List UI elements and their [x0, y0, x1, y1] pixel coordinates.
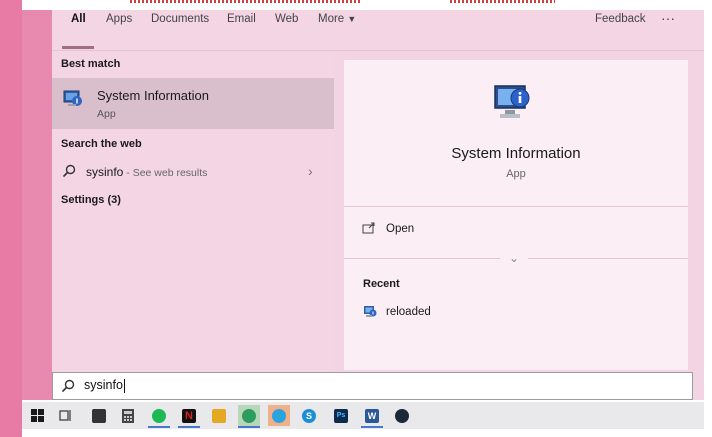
preview-title: System Information [451, 145, 581, 162]
best-match-heading: Best match [61, 58, 121, 70]
search-web-heading: Search the web [61, 138, 142, 150]
background-strip [0, 0, 22, 437]
calculator-icon[interactable] [117, 405, 139, 426]
search-input-value: sysinfo [84, 378, 123, 392]
divider [344, 206, 688, 207]
skype-icon[interactable]: S [298, 405, 320, 426]
file-explorer-icon[interactable] [208, 405, 230, 426]
tab-more[interactable]: More ▼ [318, 13, 356, 25]
telegram-icon[interactable] [268, 405, 290, 426]
web-query-text: sysinfo [86, 165, 124, 179]
recent-item[interactable]: reloaded [386, 306, 431, 318]
active-tab-indicator [62, 46, 94, 49]
best-match-title: System Information [97, 88, 209, 103]
search-icon [62, 164, 76, 183]
system-information-small-icon [363, 304, 377, 323]
expand-chevron-icon[interactable]: ⌄ [500, 246, 528, 270]
recent-heading: Recent [363, 278, 400, 290]
spotify-icon[interactable] [148, 405, 170, 428]
chevron-right-icon[interactable]: › [308, 163, 313, 179]
settings-heading[interactable]: Settings (3) [61, 194, 121, 206]
feedback-link[interactable]: Feedback [595, 13, 646, 25]
task-view-icon[interactable] [55, 405, 77, 426]
word-icon[interactable]: W [361, 405, 383, 428]
tab-email[interactable]: Email [227, 13, 256, 25]
tab-more-label: More [318, 13, 345, 25]
open-button[interactable]: Open [386, 223, 414, 235]
system-information-icon [63, 88, 83, 113]
best-match-result[interactable] [52, 78, 334, 129]
web-hint-text: - See web results [123, 167, 208, 179]
app-icon-1[interactable] [88, 405, 110, 426]
photoshop-icon[interactable]: Ps [330, 405, 352, 426]
best-match-subtitle: App [97, 108, 116, 120]
caret-down-icon: ▼ [347, 14, 357, 24]
open-icon [362, 222, 376, 240]
search-input[interactable]: sysinfo [84, 378, 125, 393]
steam-icon[interactable] [391, 405, 413, 426]
more-options-icon[interactable]: ··· [661, 10, 675, 26]
system-information-large-icon [492, 80, 534, 129]
panel-border [22, 10, 52, 400]
web-search-result[interactable]: sysinfo - See web results [86, 165, 207, 179]
tab-web[interactable]: Web [275, 13, 298, 25]
tab-all[interactable]: All [71, 13, 86, 25]
windows-start-icon[interactable] [26, 405, 48, 426]
tab-apps[interactable]: Apps [106, 13, 132, 25]
decorative-underline [450, 0, 555, 3]
search-icon [61, 379, 75, 398]
preview-subtitle: App [506, 168, 526, 180]
decorative-underline [130, 0, 360, 3]
search-box[interactable] [52, 372, 693, 400]
edge-icon[interactable] [238, 405, 260, 428]
netflix-icon[interactable]: N [178, 405, 200, 428]
tab-documents[interactable]: Documents [151, 13, 209, 25]
text-caret [123, 378, 125, 393]
